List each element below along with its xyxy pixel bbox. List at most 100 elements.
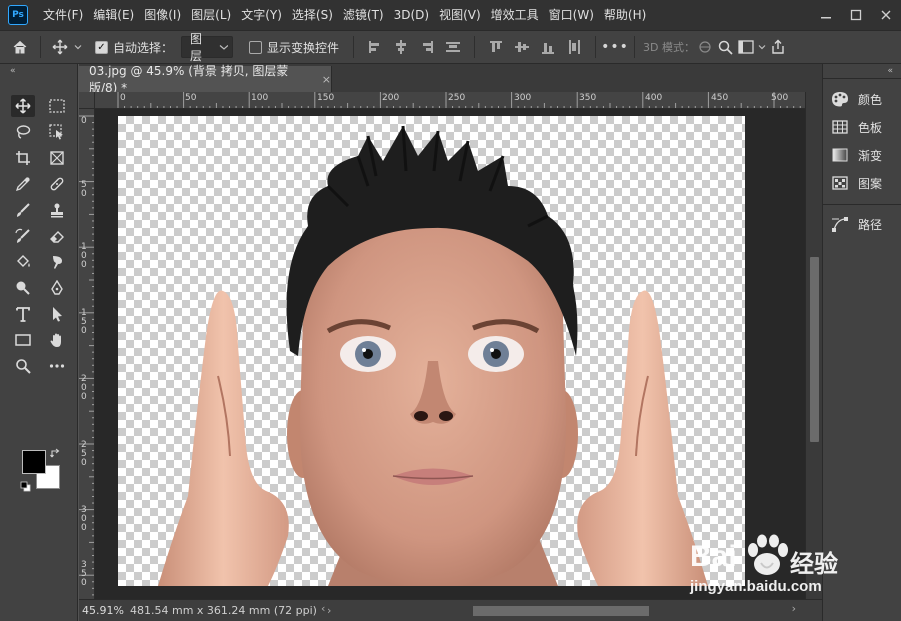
options-separator	[634, 36, 636, 58]
ruler-label: 350	[579, 93, 597, 103]
paint-bucket-tool-icon[interactable]	[11, 251, 35, 273]
menu-layer[interactable]: 图层(L)	[186, 0, 236, 30]
minimize-icon[interactable]	[811, 0, 841, 30]
menu-type[interactable]: 文字(Y)	[236, 0, 287, 30]
auto-select-target-dropdown[interactable]: 图层	[181, 32, 234, 63]
clone-stamp-tool-icon[interactable]	[45, 199, 69, 221]
ruler-label: 250	[448, 93, 466, 103]
ruler-label: 0	[81, 116, 87, 126]
menu-3d[interactable]: 3D(D)	[389, 0, 434, 30]
tools-panel: «	[0, 64, 78, 621]
distribute-icon[interactable]	[446, 40, 461, 54]
collapse-left-icon[interactable]: «	[10, 66, 16, 76]
more-options-icon[interactable]: •••	[601, 39, 628, 55]
object-select-tool-icon[interactable]	[45, 121, 69, 143]
healing-brush-tool-icon[interactable]	[45, 173, 69, 195]
workspace-icon[interactable]	[735, 40, 757, 54]
lasso-tool-icon[interactable]	[11, 121, 35, 143]
search-icon[interactable]	[715, 40, 735, 55]
ruler-label: 450	[711, 93, 729, 103]
menu-file[interactable]: 文件(F)	[38, 0, 88, 30]
history-brush-tool-icon[interactable]	[11, 225, 35, 247]
ps-logo: Ps	[8, 5, 28, 25]
auto-select-target-value: 图层	[190, 32, 203, 63]
menu-plugins[interactable]: 增效工具	[486, 0, 544, 30]
zoom-tool-icon[interactable]	[11, 355, 35, 377]
frame-tool-icon[interactable]	[45, 147, 69, 169]
default-colors-icon[interactable]	[18, 479, 32, 493]
move-tool-preset-icon[interactable]	[49, 39, 71, 55]
ruler-label: 5 0	[81, 180, 90, 199]
smudge-tool-icon[interactable]	[45, 251, 69, 273]
hand-tool-icon[interactable]	[45, 329, 69, 351]
home-icon[interactable]	[0, 39, 40, 55]
panel-gradients[interactable]: 渐变	[831, 142, 882, 168]
move-tool-icon[interactable]	[11, 95, 35, 117]
zoom-level[interactable]: 45.91%	[82, 604, 130, 617]
window-controls	[811, 0, 901, 30]
menu-select[interactable]: 选择(S)	[287, 0, 338, 30]
horizontal-scroll-thumb[interactable]	[473, 606, 649, 616]
brush-tool-icon[interactable]	[11, 199, 35, 221]
align-right-icon[interactable]	[420, 40, 434, 54]
auto-select-label: 自动选择：	[113, 40, 174, 55]
align-left-icon[interactable]	[368, 40, 382, 54]
watermark-url: jingyan.baidu.com	[690, 578, 822, 595]
path-selection-tool-icon[interactable]	[45, 303, 69, 325]
panel-swatches[interactable]: 色板	[831, 114, 882, 140]
show-transform-checkbox[interactable]	[249, 40, 263, 54]
menu-help[interactable]: 帮助(H)	[599, 0, 651, 30]
align-top-icon[interactable]	[489, 40, 503, 54]
menu-image[interactable]: 图像(I)	[139, 0, 186, 30]
tab-document-03[interactable]: 03.jpg @ 45.9% (背景 拷贝, 图层蒙版/8) * ×	[79, 64, 332, 95]
type-tool-icon[interactable]	[11, 303, 35, 325]
panel-patterns[interactable]: 图案	[831, 170, 882, 196]
distribute-vertical-icon[interactable]	[567, 40, 581, 54]
3d-orbit-icon[interactable]	[695, 39, 715, 55]
collapse-right-icon[interactable]: «	[887, 66, 893, 76]
maximize-icon[interactable]	[841, 0, 871, 30]
ruler-label: 500	[771, 93, 789, 103]
rectangle-tool-icon[interactable]	[11, 329, 35, 351]
baidu-jingyan-watermark: Bai 经验 jingyan.baidu.com	[690, 520, 890, 610]
menu-view[interactable]: 视图(V)	[434, 0, 486, 30]
chevron-down-icon[interactable]	[71, 43, 85, 51]
panel-paths[interactable]: 路径	[831, 211, 882, 237]
paths-icon	[831, 215, 849, 233]
close-tab-icon[interactable]: ×	[322, 73, 331, 86]
menu-window[interactable]: 窗口(W)	[544, 0, 599, 30]
swap-colors-icon[interactable]	[48, 446, 62, 460]
more-tools-icon[interactable]	[45, 355, 69, 377]
marquee-tool-icon[interactable]	[45, 95, 69, 117]
document-canvas[interactable]	[118, 116, 745, 586]
photo-layer	[158, 125, 708, 586]
crop-tool-icon[interactable]	[11, 147, 35, 169]
ruler-label: 200	[382, 93, 400, 103]
pen-tool-icon[interactable]	[45, 277, 69, 299]
chevron-down-icon[interactable]	[757, 43, 767, 51]
show-transform-label: 显示变换控件	[267, 40, 340, 55]
options-separator	[474, 36, 476, 58]
eyedropper-tool-icon[interactable]	[11, 173, 35, 195]
document-size: 481.54 mm x 361.24 mm (72 ppi)	[130, 604, 317, 617]
close-window-icon[interactable]	[871, 0, 901, 30]
menu-filter[interactable]: 滤镜(T)	[338, 0, 389, 30]
ruler-label: 2 5 0	[81, 440, 90, 468]
vertical-scroll-thumb[interactable]	[810, 257, 819, 442]
dodge-tool-icon[interactable]	[11, 277, 35, 299]
options-separator	[353, 36, 355, 58]
panel-color[interactable]: 颜色	[831, 86, 882, 112]
menu-edit[interactable]: 编辑(E)	[88, 0, 139, 30]
scroll-left-icon[interactable]: ‹	[321, 602, 325, 615]
share-icon[interactable]	[767, 39, 789, 55]
align-bottom-icon[interactable]	[541, 40, 555, 54]
auto-select-checkbox[interactable]: ✓	[95, 40, 108, 54]
ruler-corner	[79, 92, 95, 109]
swatches-icon	[831, 118, 849, 136]
options-bar: ✓ 自动选择： 图层 显示变换控件 ••• 3D 模式：	[0, 30, 901, 64]
align-hcenter-icon[interactable]	[394, 40, 408, 54]
align-vcenter-icon[interactable]	[515, 40, 530, 54]
document-tabs: 03.jpg @ 45.9% (背景 拷贝, 图层蒙版/8) * ×	[79, 64, 822, 95]
menu-bar: Ps 文件(F) 编辑(E) 图像(I) 图层(L) 文字(Y) 选择(S) 滤…	[0, 0, 901, 30]
eraser-tool-icon[interactable]	[45, 225, 69, 247]
